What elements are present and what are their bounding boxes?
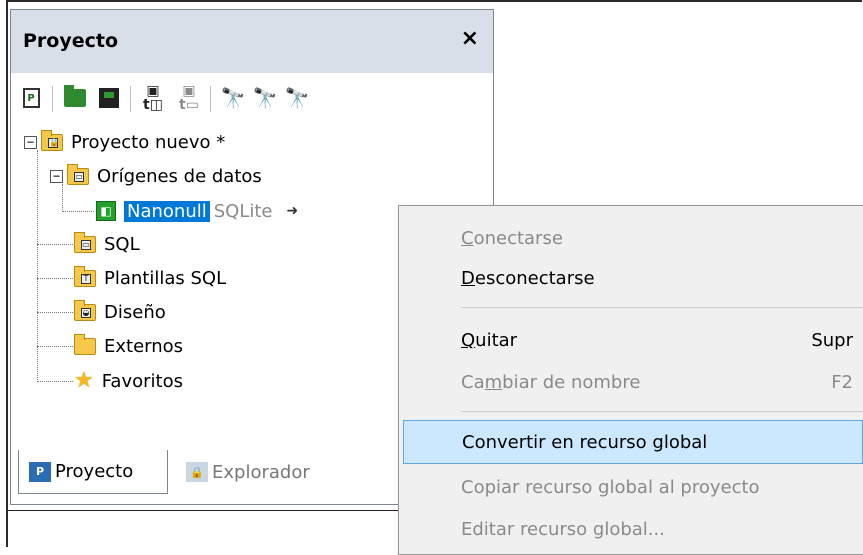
project-folder-icon: 🔒 <box>41 129 63 151</box>
connection-name: Nanonull <box>124 200 210 222</box>
menu-separator <box>461 411 863 412</box>
tree-node-connection[interactable]: ◧ Nanonull SQLite ➜ <box>96 195 298 227</box>
tree-connector <box>37 150 38 382</box>
tree-node-label: Proyecto nuevo * <box>71 131 226 153</box>
tree-node-label: Orígenes de datos <box>97 165 262 187</box>
tree-connector <box>37 244 73 245</box>
tab-label: Explorador <box>212 461 310 483</box>
tree-node-root[interactable]: − 🔒 Proyecto nuevo * <box>24 126 225 158</box>
menu-item-label: Convertir en recurso global <box>462 431 708 453</box>
tree-connector <box>37 278 73 279</box>
menu-item-label: Conectarse <box>461 227 563 249</box>
menu-item-edit-global[interactable]: Editar recurso global... <box>399 507 863 551</box>
explorer-icon: 🔒 <box>186 462 208 482</box>
tree-node-sql[interactable]: ▭ SQL <box>74 228 140 260</box>
menu-item-label: Quitar <box>461 329 518 351</box>
tree-node-design[interactable]: ◒ Diseño <box>74 296 166 328</box>
project-icon: P <box>29 461 51 482</box>
menu-item-copy-global[interactable]: Copiar recurso global al proyecto <box>399 465 863 509</box>
tree-connector <box>37 312 73 313</box>
tree-connector <box>62 211 94 212</box>
menu-item-convert-global[interactable]: Convertir en recurso global <box>403 420 863 464</box>
sql-folder-icon: ▭ <box>74 231 96 253</box>
tree-node-sql-templates[interactable]: T Plantillas SQL <box>74 262 226 294</box>
find-next-icon[interactable]: 🔭 <box>250 82 280 114</box>
toolbar-separator <box>130 86 131 112</box>
panel-header: Proyecto × <box>11 10 493 73</box>
menu-item-shortcut: F2 <box>831 371 853 393</box>
menu-item-shortcut: Supr <box>811 329 853 351</box>
menu-item-label: Editar recurso global... <box>461 518 665 540</box>
divider <box>8 510 398 511</box>
add-folder-icon[interactable]: ▣ t▭ <box>174 82 204 114</box>
tree-node-label: Plantillas SQL <box>104 267 227 289</box>
panel-title: Proyecto <box>23 30 119 52</box>
toolbar-separator <box>210 86 211 112</box>
menu-item-connect[interactable]: Conectarse <box>399 216 863 260</box>
new-project-icon[interactable]: P <box>16 82 46 114</box>
menu-item-label: Desconectarse <box>461 267 595 289</box>
menu-item-disconnect[interactable]: Desconectarse <box>399 256 863 300</box>
add-folder-glyph: ▣ t▭ <box>179 83 199 113</box>
tree-node-label: Diseño <box>104 301 166 323</box>
menu-item-label: Cambiar de nombre <box>461 371 641 393</box>
star-icon: ★ <box>74 368 94 393</box>
tree-node-label: Externos <box>104 335 184 357</box>
save-project-icon[interactable] <box>94 82 124 114</box>
tab-explorer[interactable]: 🔒 Explorador <box>176 450 366 494</box>
connection-type: SQLite <box>213 200 273 222</box>
find-prev-icon[interactable]: 🔭 <box>282 82 312 114</box>
tree-node-label: SQL <box>104 233 140 255</box>
binoculars-glyph: 🔭 <box>252 86 278 110</box>
binoculars-glyph: 🔭 <box>284 86 310 110</box>
tab-project[interactable]: P Proyecto <box>18 450 168 494</box>
design-folder-icon: ◒ <box>74 299 96 321</box>
open-project-icon[interactable] <box>60 82 90 114</box>
menu-separator <box>461 307 863 308</box>
find-icon[interactable]: 🔭 <box>218 82 248 114</box>
tree-connector <box>37 346 73 347</box>
menu-item-remove[interactable]: Quitar Supr <box>399 318 863 362</box>
menu-item-rename[interactable]: Cambiar de nombre F2 <box>399 360 863 404</box>
binoculars-glyph: 🔭 <box>220 86 246 110</box>
arrow-right-icon: ➜ <box>286 203 299 219</box>
add-files-icon[interactable]: ▣ t◫ <box>138 82 168 114</box>
tree-node-data-sources[interactable]: − ▭ Orígenes de datos <box>50 160 262 192</box>
tree-node-favorites[interactable]: ★ Favoritos <box>74 365 183 397</box>
menu-item-label: Copiar recurso global al proyecto <box>461 476 760 498</box>
collapse-icon[interactable]: − <box>24 135 37 149</box>
data-sources-folder-icon: ▭ <box>67 163 89 185</box>
doc-glyph: P <box>22 88 40 108</box>
collapse-icon[interactable]: − <box>50 169 63 183</box>
tree-connector <box>37 381 73 382</box>
toolbar-separator <box>52 86 53 112</box>
open-glyph <box>64 85 86 107</box>
sql-templates-folder-icon: T <box>74 265 96 287</box>
add-files-glyph: ▣ t◫ <box>143 83 163 113</box>
external-folder-icon <box>74 333 96 355</box>
close-icon[interactable]: × <box>461 26 479 51</box>
database-connection-icon: ◧ <box>96 201 116 221</box>
context-menu: Conectarse Desconectarse Quitar Supr Cam… <box>398 205 863 555</box>
tab-label: Proyecto <box>55 461 134 482</box>
save-glyph <box>99 88 119 108</box>
tree-node-label: Favoritos <box>101 370 183 392</box>
tree-node-external[interactable]: Externos <box>74 330 183 362</box>
